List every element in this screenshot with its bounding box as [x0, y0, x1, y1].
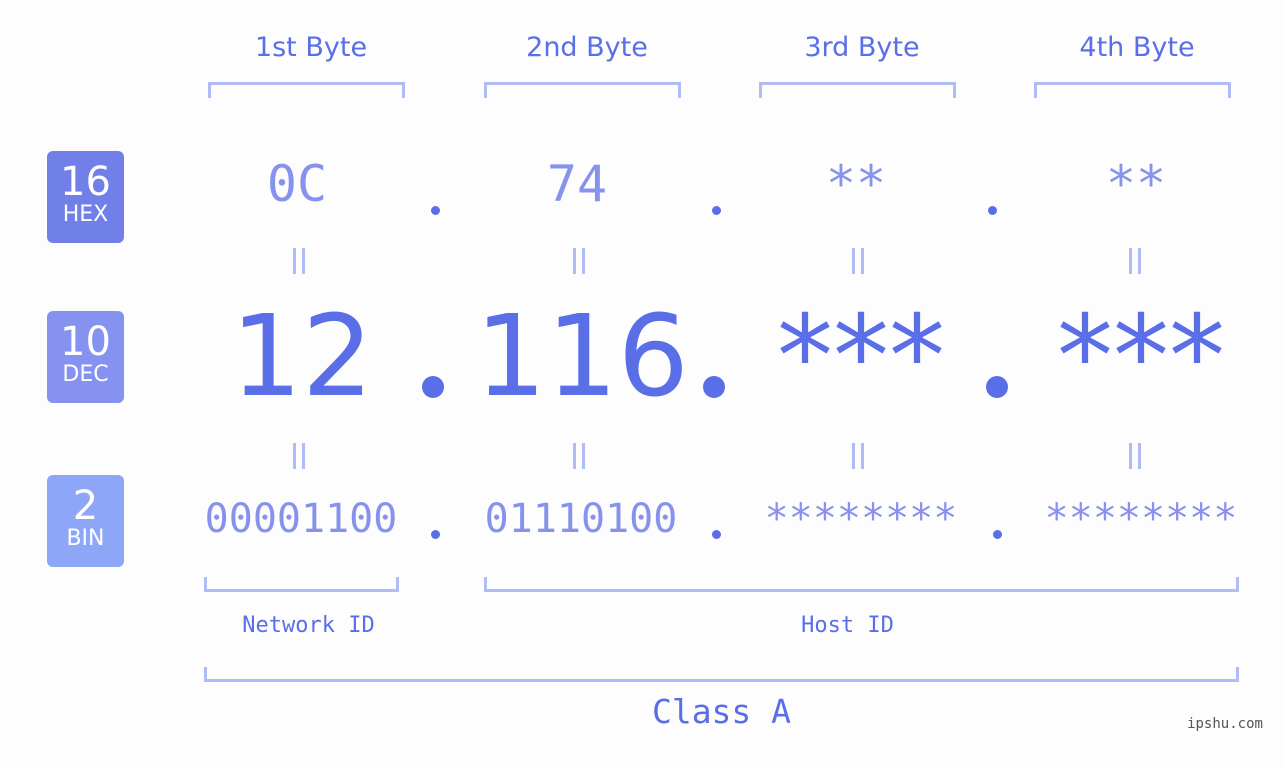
host-id-bracket [484, 577, 1239, 592]
dec-separator-dot [703, 376, 725, 398]
byte-bracket-2 [484, 82, 681, 98]
hex-byte-3: ** [825, 155, 887, 213]
host-id-label: Host ID [801, 613, 894, 638]
equals-marker [1129, 443, 1141, 469]
hex-separator-dot [712, 206, 721, 215]
hex-byte-1: 0C [266, 155, 328, 213]
byte-bracket-3 [759, 82, 956, 98]
bin-separator-dot [712, 530, 721, 539]
equals-marker [573, 443, 585, 469]
hex-byte-2: 74 [546, 155, 608, 213]
byte-header-3: 3rd Byte [804, 32, 920, 63]
hex-separator-dot [988, 206, 997, 215]
bin-byte-4: ******** [1044, 496, 1238, 542]
bin-byte-3: ******** [764, 496, 958, 542]
network-id-bracket [204, 577, 399, 592]
equals-marker [852, 248, 864, 274]
hex-badge-label: HEX [62, 202, 109, 227]
hex-separator-dot [431, 206, 440, 215]
equals-marker [573, 248, 585, 274]
equals-marker [1129, 248, 1141, 274]
bin-byte-2: 01110100 [484, 496, 678, 542]
hex-badge-number: 16 [60, 159, 111, 205]
equals-marker [852, 443, 864, 469]
dec-badge: 10 DEC [47, 311, 124, 403]
ip-class-label: Class A [651, 692, 792, 731]
dec-badge-number: 10 [60, 319, 111, 365]
bin-separator-dot [431, 530, 440, 539]
dec-separator-dot [986, 376, 1008, 398]
network-id-label: Network ID [242, 613, 375, 638]
hex-byte-4: ** [1105, 155, 1167, 213]
bin-badge: 2 BIN [47, 475, 124, 567]
hex-badge: 16 HEX [47, 151, 124, 243]
dec-byte-3: *** [777, 292, 945, 422]
equals-marker [293, 248, 305, 274]
byte-header-1: 1st Byte [254, 32, 368, 63]
byte-header-2: 2nd Byte [526, 32, 648, 63]
byte-header-4: 4th Byte [1079, 32, 1195, 63]
bin-byte-1: 00001100 [204, 496, 398, 542]
bin-badge-label: BIN [66, 526, 105, 551]
watermark: ipshu.com [1187, 716, 1263, 732]
class-bracket [204, 667, 1239, 682]
bin-separator-dot [993, 530, 1002, 539]
byte-bracket-1 [208, 82, 405, 98]
equals-marker [293, 443, 305, 469]
bin-badge-number: 2 [72, 483, 99, 529]
dec-separator-dot [422, 376, 444, 398]
dec-badge-label: DEC [62, 362, 109, 387]
dec-byte-1: 12 [230, 292, 374, 422]
byte-bracket-4 [1034, 82, 1231, 98]
dec-byte-4: *** [1057, 292, 1225, 422]
dec-byte-2: 116 [475, 292, 689, 422]
